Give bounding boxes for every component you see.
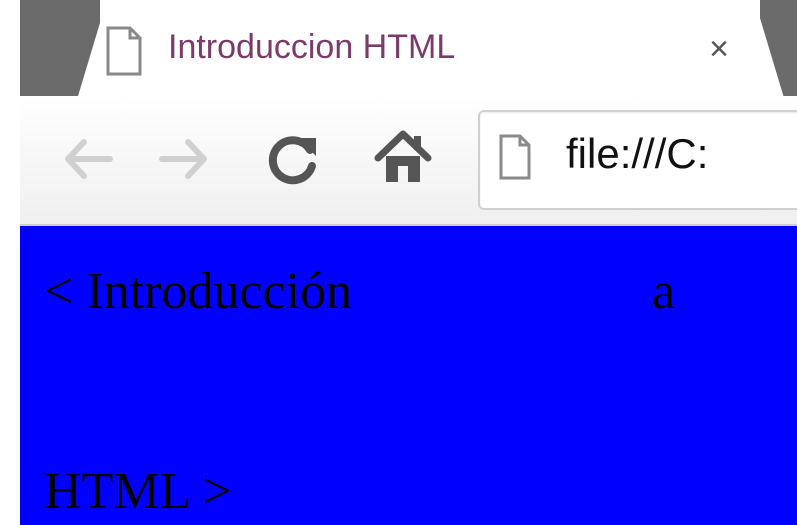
browser-window: Introduccion HTML × file:///C: < Introdu…	[0, 0, 797, 525]
page-text-line1: < Introducción	[44, 263, 353, 320]
page-text-line2: HTML >	[44, 463, 232, 520]
arrow-right-icon[interactable]	[154, 128, 216, 190]
arrow-left-icon[interactable]	[56, 128, 118, 190]
tab-title: Introduccion HTML	[168, 28, 456, 66]
page-icon	[499, 134, 531, 180]
left-margin	[0, 0, 20, 525]
page-icon	[106, 26, 142, 76]
home-icon[interactable]	[372, 126, 434, 188]
address-input[interactable]: file:///C:	[566, 130, 708, 178]
reload-icon[interactable]	[262, 128, 324, 190]
close-icon[interactable]: ×	[700, 26, 738, 72]
page-text-line1-suffix: a	[652, 263, 676, 320]
